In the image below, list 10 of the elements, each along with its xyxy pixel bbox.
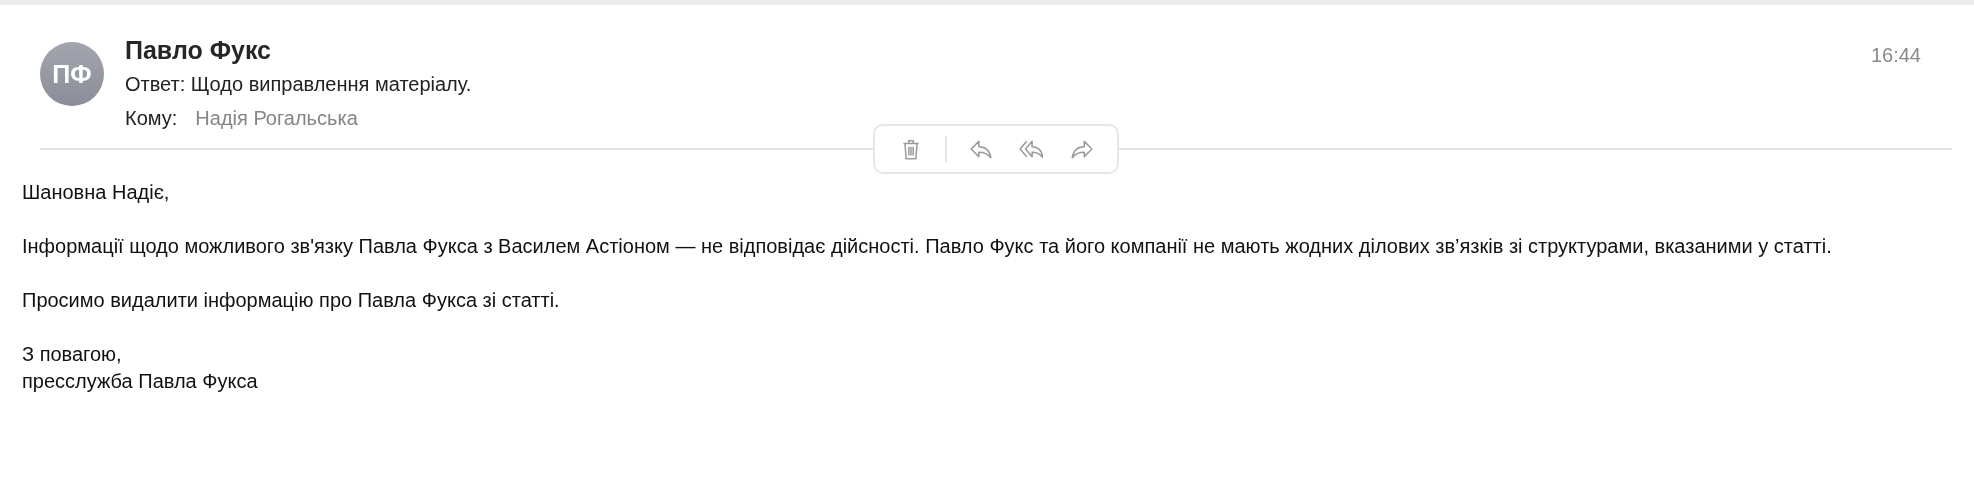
- message-time: 16:44: [1870, 44, 1921, 67]
- sender-name: Павло Фукс: [125, 35, 272, 66]
- body-paragraph: Просимо видалити інформацію про Павла Фукса зі статті.: [22, 288, 561, 313]
- subject-line: Ответ: Щодо виправлення матеріалу.: [125, 72, 473, 97]
- recipient-name: Надія Рогальська: [195, 106, 358, 131]
- to-label: Кому:: [125, 106, 178, 131]
- body-paragraph: З повагою, пресслужба Павла Фукса: [22, 342, 259, 394]
- avatar: ПФ: [40, 42, 104, 106]
- body-paragraph: Шановна Надіє,: [22, 180, 171, 205]
- body-paragraph: Інформації щодо можливого зв'язку Павла Фукса з Василем Астіоном — не відповідає дійсності. Павло Фукс та його компанії не мають жодних ділових зв’язків зі структурами, вказаними у статті.: [22, 234, 1833, 259]
